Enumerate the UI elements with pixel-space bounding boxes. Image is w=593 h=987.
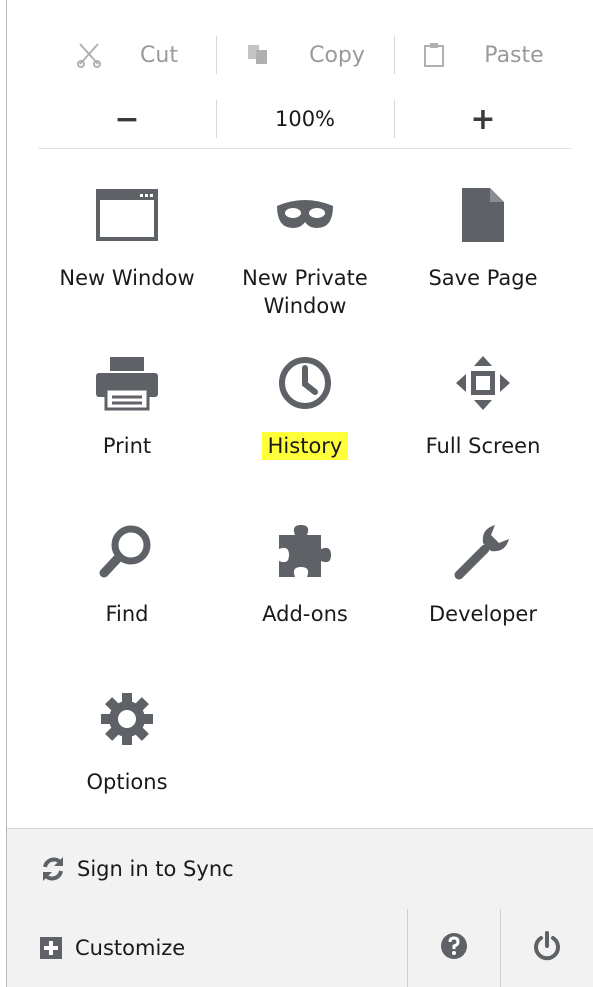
add-ons-label: Add-ons [262,602,348,626]
window-icon [92,180,162,250]
zoom-reset-button[interactable]: 100% [216,92,394,146]
help-button[interactable] [407,909,500,987]
new-window-label: New Window [59,266,195,290]
plus-icon: + [470,101,496,137]
add-ons-button[interactable]: Add-ons [216,504,394,672]
print-label: Print [102,434,152,458]
mask-icon [270,180,340,250]
developer-button[interactable]: Developer [394,504,572,672]
new-private-window-button[interactable]: New Private Window [216,168,394,336]
power-icon [532,931,562,965]
printer-icon [92,348,162,418]
quit-button[interactable] [500,909,593,987]
find-label: Find [105,602,149,626]
save-page-label: Save Page [428,266,538,290]
options-button[interactable]: Options [38,672,216,840]
gear-icon [92,684,162,754]
sign-in-sync-button[interactable]: Sign in to Sync [7,828,593,910]
clipboard-icon [422,42,446,68]
magnifier-icon [92,516,162,586]
developer-label: Developer [428,602,537,626]
minus-icon: − [114,101,140,137]
zoom-controls: − 100% + [38,92,572,146]
paste-button[interactable]: Paste [394,28,572,82]
zoom-level: 100% [274,107,336,131]
full-screen-label: Full Screen [425,434,541,458]
edit-controls: Cut Copy Paste [38,28,572,82]
customize-label: Customize [75,936,186,960]
zoom-out-button[interactable]: − [38,92,216,146]
new-window-button[interactable]: New Window [38,168,216,336]
history-button[interactable]: History [216,336,394,504]
print-button[interactable]: Print [38,336,216,504]
wrench-icon [448,516,518,586]
footer-bar: Customize [7,909,593,987]
page-icon [448,180,518,250]
scissors-icon [76,42,102,68]
history-label: History [217,432,393,460]
sync-icon [39,855,67,883]
sync-label: Sign in to Sync [77,857,234,881]
cut-label: Cut [140,42,178,68]
puzzle-icon [270,516,340,586]
new-private-window-label: New Private Window [242,266,368,318]
menu-grid: New Window New Private Window Save Page … [38,168,572,840]
help-icon [440,932,468,964]
zoom-in-button[interactable]: + [394,92,572,146]
copy-icon [245,42,271,68]
options-label: Options [86,770,168,794]
copy-button[interactable]: Copy [216,28,394,82]
separator [38,148,572,149]
clock-icon [270,348,340,418]
cut-button[interactable]: Cut [38,28,216,82]
full-screen-button[interactable]: Full Screen [394,336,572,504]
menu-panel: Cut Copy Paste − 100% + New Window New P… [6,0,593,987]
paste-label: Paste [484,42,544,68]
history-highlight: History [261,432,349,460]
fullscreen-icon [448,348,518,418]
copy-label: Copy [309,42,365,68]
find-button[interactable]: Find [38,504,216,672]
customize-button[interactable]: Customize [7,909,407,987]
plus-square-icon [39,936,63,960]
save-page-button[interactable]: Save Page [394,168,572,336]
